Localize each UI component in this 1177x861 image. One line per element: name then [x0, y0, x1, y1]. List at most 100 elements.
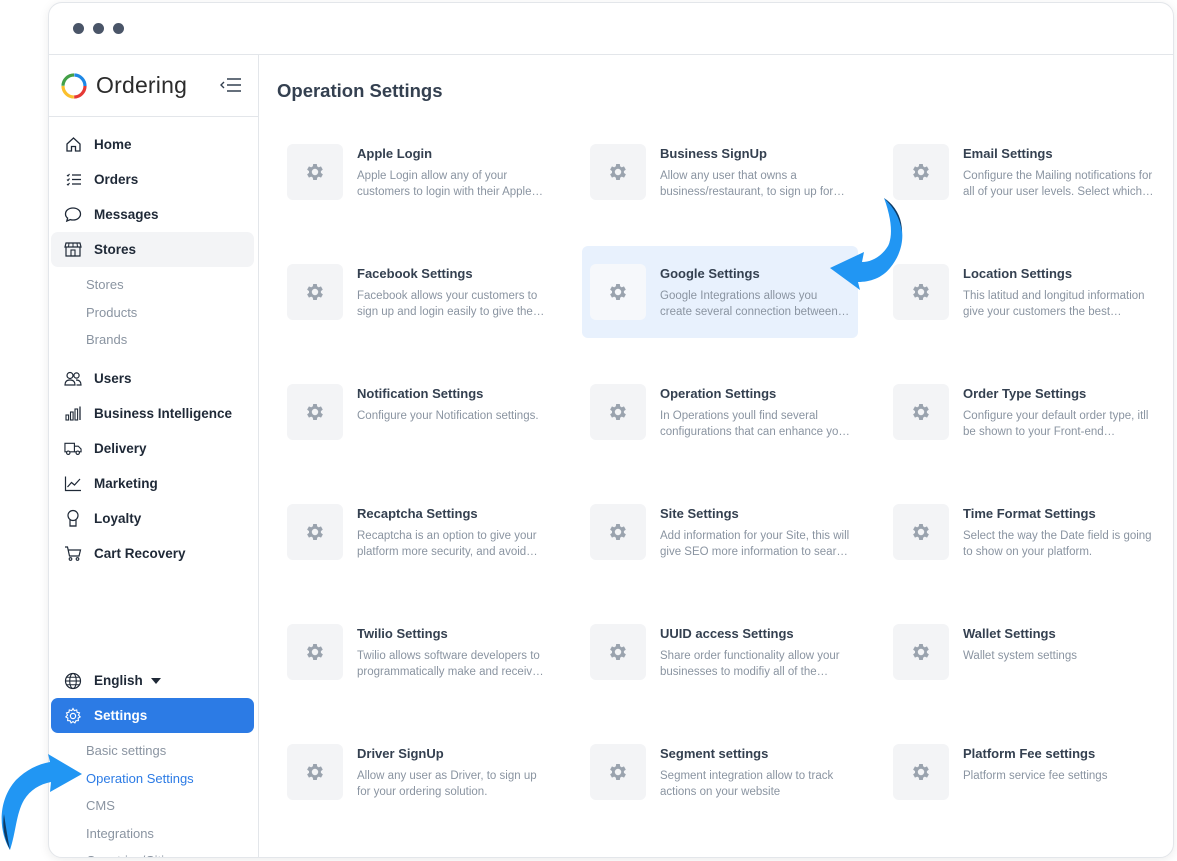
card-title: Time Format Settings: [963, 506, 1096, 521]
settings-card-time-format-settings[interactable]: Time Format Settings Select the way the …: [885, 486, 1161, 578]
settings-card-google-settings[interactable]: Google Settings Google Integrations allo…: [582, 246, 858, 338]
gear-icon: [287, 744, 343, 800]
sidebar-item-orders[interactable]: Orders: [51, 162, 254, 197]
gear-icon: [590, 624, 646, 680]
sidebar-item-marketing[interactable]: Marketing: [51, 466, 254, 501]
sidebar-item-home[interactable]: Home: [51, 127, 254, 162]
globe-icon: [64, 672, 82, 690]
brand[interactable]: Ordering: [49, 55, 258, 117]
card-title: Platform Fee settings: [963, 746, 1096, 761]
card-description: Add information for your Site, this will…: [660, 530, 850, 558]
card-title: Wallet Settings: [963, 626, 1056, 641]
sidebar-item-messages[interactable]: Messages: [51, 197, 254, 232]
settings-card-uuid-access-settings[interactable]: UUID access Settings Share order functio…: [582, 606, 858, 698]
card-description: Apple Login allow any of your customers …: [357, 170, 532, 198]
gear-icon: [590, 744, 646, 800]
sidebar-nav: Home Orders Messages Stores Stores Produ…: [49, 117, 258, 571]
settings-card-segment-settings[interactable]: Segment settings Segment integration all…: [582, 726, 858, 818]
line-chart-icon: [64, 474, 82, 492]
window-titlebar: [49, 3, 1173, 55]
app-window: Ordering Home Orders Messages Stores Sto…: [48, 2, 1174, 858]
pointer-arrow-google: [830, 198, 903, 290]
settings-card-business-signup[interactable]: Business SignUp Allow any user that owns…: [582, 126, 858, 218]
language-label: English: [94, 673, 143, 688]
settings-card-location-settings[interactable]: Location Settings This latitud and longi…: [885, 246, 1161, 338]
sidebar-item-cart-recovery[interactable]: Cart Recovery: [51, 536, 254, 571]
gear-icon: [590, 144, 646, 200]
card-description: This latitud and longitud information gi…: [963, 290, 1145, 318]
sidebar: Ordering Home Orders Messages Stores Sto…: [49, 55, 259, 857]
gear-icon: [287, 624, 343, 680]
settings-card-apple-login[interactable]: Apple Login Apple Login allow any of you…: [279, 126, 555, 218]
settings-card-platform-fee-settings[interactable]: Platform Fee settings Platform service f…: [885, 726, 1161, 818]
gear-icon: [893, 144, 949, 200]
settings-card-wallet-settings[interactable]: Wallet Settings Wallet system settings: [885, 606, 1161, 698]
window-dot: [93, 23, 104, 34]
chat-bubble-icon: [64, 206, 82, 224]
window-dot: [73, 23, 84, 34]
settings-card-recaptcha-settings[interactable]: Recaptcha Settings Recaptcha is an optio…: [279, 486, 555, 578]
sidebar-item-label: Cart Recovery: [94, 545, 186, 561]
settings-card-driver-signup[interactable]: Driver SignUp Allow any user as Driver, …: [279, 726, 555, 818]
sidebar-item-loyalty[interactable]: Loyalty: [51, 501, 254, 536]
submenu-stores[interactable]: Stores: [49, 271, 258, 299]
collapse-menu-icon[interactable]: [219, 75, 243, 95]
gear-icon: [590, 384, 646, 440]
card-title: Operation Settings: [660, 386, 777, 401]
gear-icon: [287, 504, 343, 560]
card-title: Twilio Settings: [357, 626, 448, 641]
settings-card-facebook-settings[interactable]: Facebook Settings Facebook allows your c…: [279, 246, 555, 338]
sidebar-item-business-intelligence[interactable]: Business Intelligence: [51, 396, 254, 431]
card-description: Configure your default order type, itll …: [963, 410, 1149, 438]
settings-card-site-settings[interactable]: Site Settings Add information for your S…: [582, 486, 858, 578]
sidebar-item-settings[interactable]: Settings: [51, 698, 254, 733]
sidebar-item-label: Stores: [94, 242, 137, 257]
card-description: Recaptcha is an option to give your plat…: [357, 530, 537, 558]
card-description: Share order functionality allow your bus…: [660, 650, 840, 678]
card-description: Configure the Mailing notifications for …: [963, 170, 1153, 198]
sidebar-item-delivery[interactable]: Delivery: [51, 431, 254, 466]
submenu-brands[interactable]: Brands: [49, 326, 258, 354]
gear-icon: [893, 384, 949, 440]
sidebar-item-stores[interactable]: Stores: [51, 232, 254, 267]
sidebar-item-label: Orders: [94, 172, 139, 187]
ordering-logo-icon: [61, 72, 87, 99]
settings-card-email-settings[interactable]: Email Settings Configure the Mailing not…: [885, 126, 1161, 218]
card-description: Segment integration allow to track actio…: [660, 770, 834, 798]
settings-card-order-type-settings[interactable]: Order Type Settings Configure your defau…: [885, 366, 1161, 458]
gear-icon: [287, 264, 343, 320]
pointer-arrow-operation: [1, 754, 83, 850]
card-description: Select the way the Date field is going t…: [963, 530, 1152, 558]
card-title: Recaptcha Settings: [357, 506, 478, 521]
card-title: Driver SignUp: [357, 746, 444, 761]
settings-card-twilio-settings[interactable]: Twilio Settings Twilio allows software d…: [279, 606, 555, 698]
sidebar-item-label: Marketing: [94, 475, 158, 491]
gear-icon: [64, 706, 82, 725]
home-icon: [64, 136, 82, 154]
card-title: UUID access Settings: [660, 626, 794, 641]
gear-icon: [893, 504, 949, 560]
sidebar-item-label: Loyalty: [94, 510, 142, 526]
card-description: Twilio allows software developers to pro…: [357, 650, 540, 678]
language-selector[interactable]: English: [51, 663, 254, 698]
gear-icon: [893, 744, 949, 800]
sidebar-item-label: Home: [94, 137, 132, 152]
sidebar-item-label: Messages: [94, 207, 159, 222]
users-icon: [64, 369, 82, 387]
card-description: Platform service fee settings: [963, 770, 1108, 782]
brand-name: Ordering: [96, 72, 188, 98]
card-title: Order Type Settings: [963, 386, 1087, 401]
card-title: Notification Settings: [357, 386, 484, 401]
card-title: Segment settings: [660, 746, 769, 761]
gear-icon: [590, 504, 646, 560]
card-description: In Operations youll find several configu…: [660, 410, 849, 438]
sidebar-item-users[interactable]: Users: [51, 361, 254, 396]
orders-list-icon: [64, 171, 82, 189]
card-description: Allow any user as Driver, to sign up for…: [357, 770, 537, 798]
card-title: Facebook Settings: [357, 266, 473, 281]
settings-card-operation-settings[interactable]: Operation Settings In Operations youll f…: [582, 366, 858, 458]
settings-card-notification-settings[interactable]: Notification Settings Configure your Not…: [279, 366, 555, 458]
card-description: Allow any user that owns a business/rest…: [660, 170, 834, 198]
submenu-products[interactable]: Products: [49, 299, 258, 327]
card-title: Location Settings: [963, 266, 1073, 281]
